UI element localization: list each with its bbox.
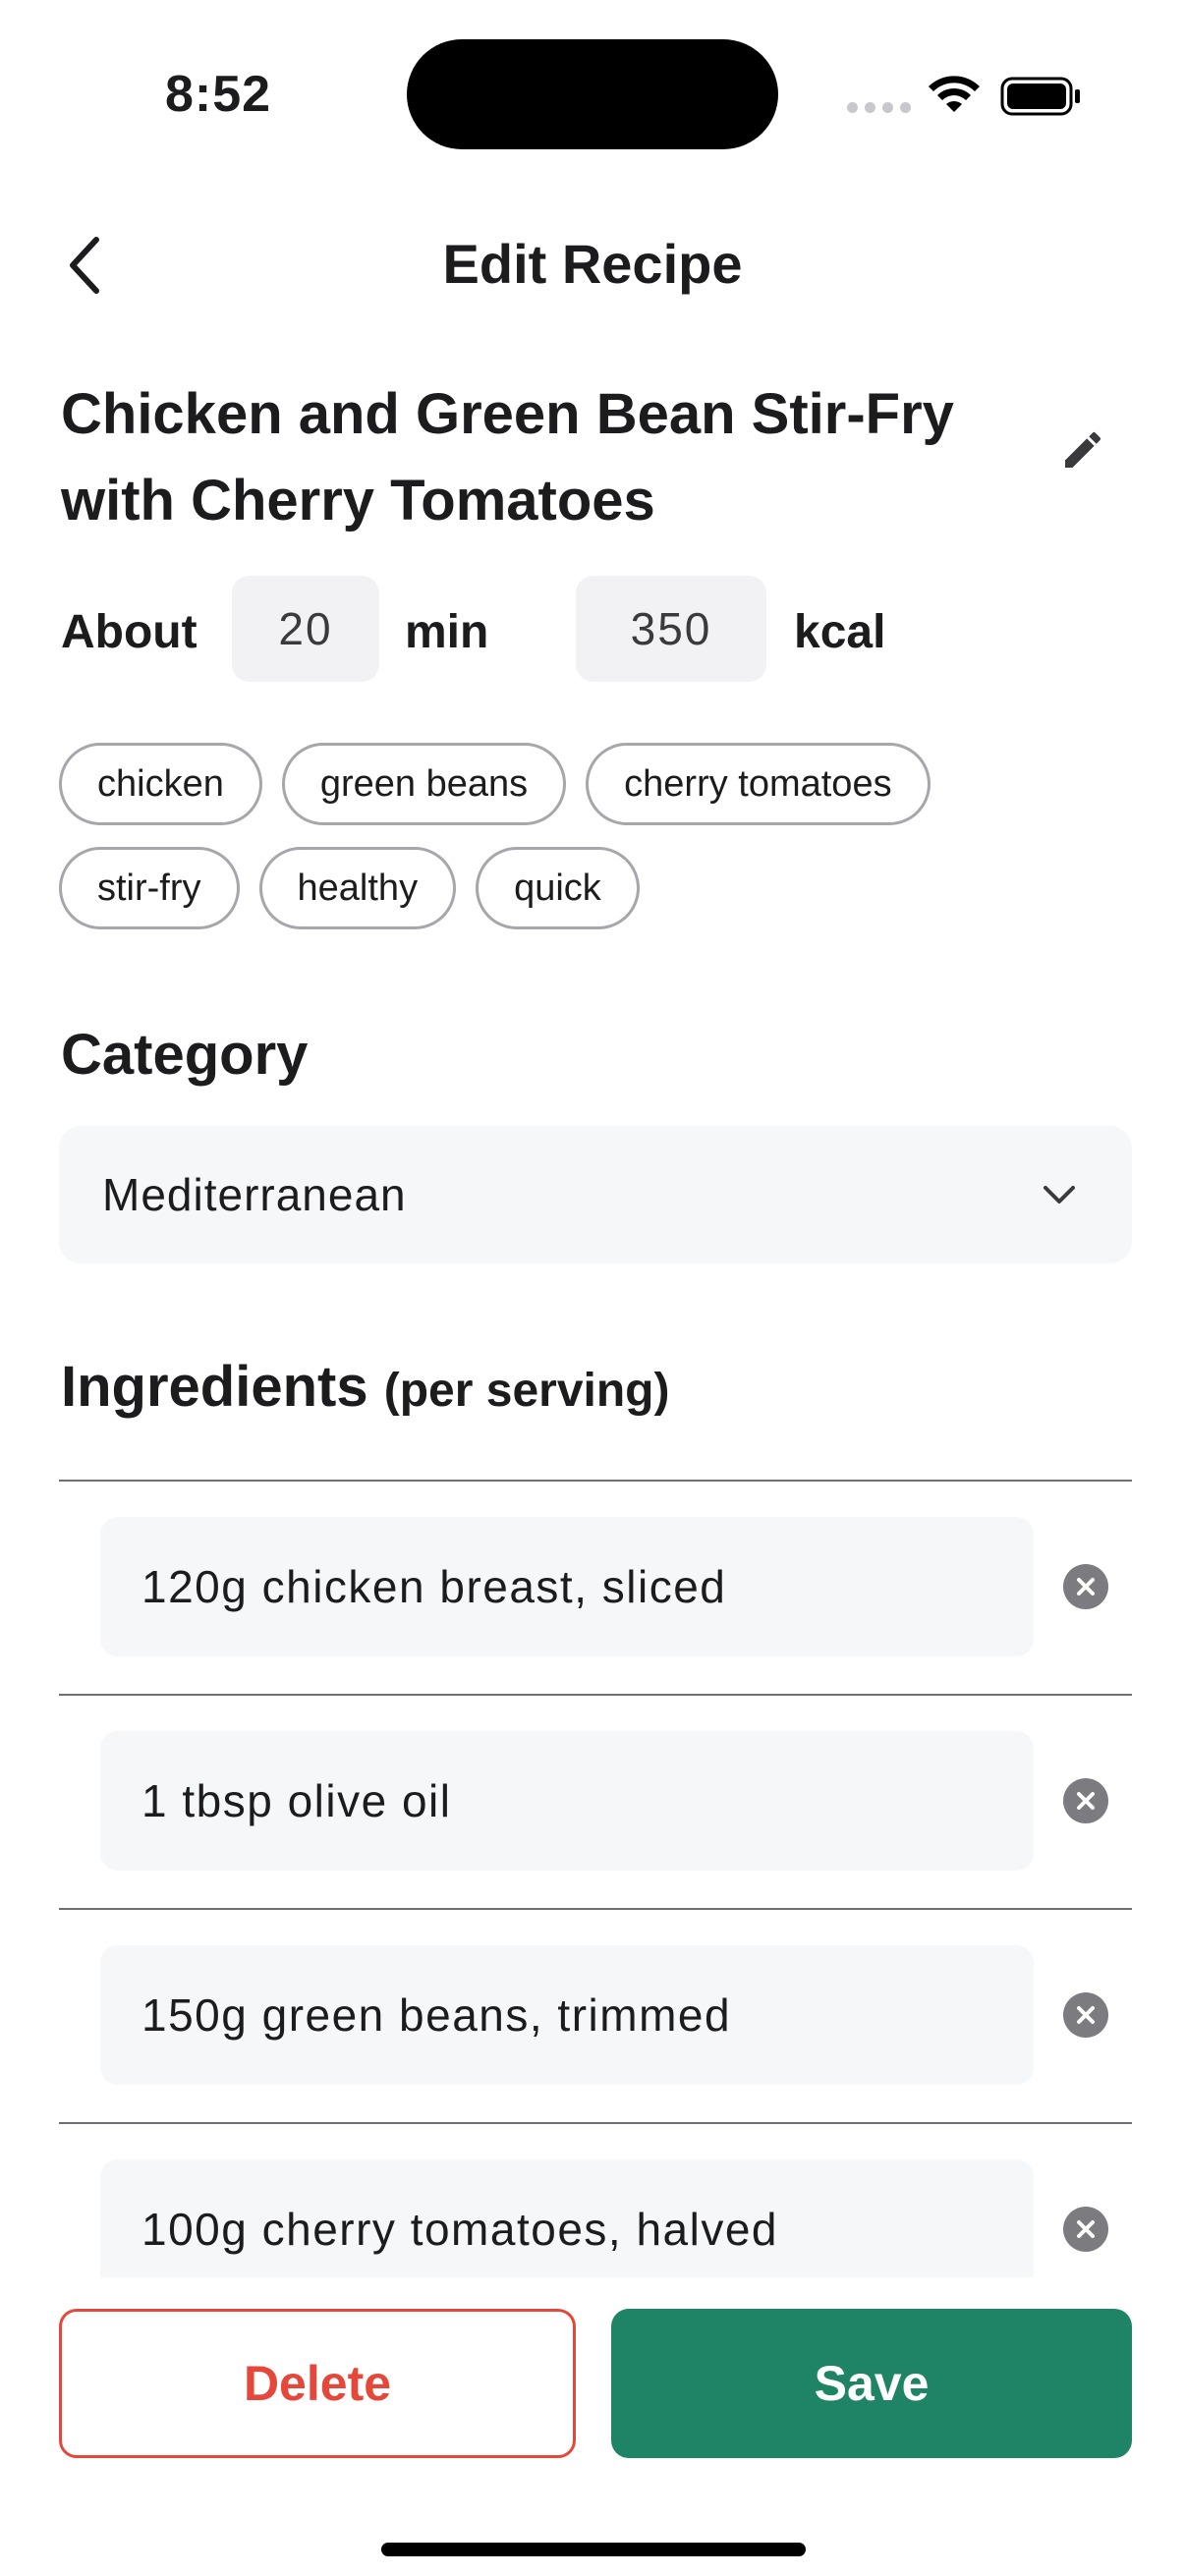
- ingredient-list: 120g chicken breast, sliced 1 tbsp olive…: [59, 1480, 1132, 2336]
- remove-ingredient-button[interactable]: [1063, 1564, 1108, 1609]
- ingredients-heading: Ingredients (per serving): [61, 1354, 669, 1420]
- page-title: Edit Recipe: [442, 233, 743, 295]
- tag-chip[interactable]: stir-fry: [59, 847, 240, 929]
- dynamic-island: [407, 39, 778, 149]
- ingredient-input[interactable]: 120g chicken breast, sliced: [100, 1517, 1034, 1656]
- delete-button[interactable]: Delete: [59, 2309, 576, 2458]
- cellular-signal-icon: [847, 102, 911, 113]
- about-label: About: [61, 606, 198, 658]
- calories-unit-label: kcal: [794, 606, 886, 658]
- close-icon: [1077, 2220, 1095, 2238]
- battery-icon: [1000, 77, 1080, 116]
- chevron-down-icon: [1044, 1186, 1075, 1204]
- minutes-unit-label: min: [405, 606, 489, 658]
- remove-ingredient-button[interactable]: [1063, 1778, 1108, 1823]
- status-bar: 8:52: [0, 0, 1185, 187]
- category-select[interactable]: Mediterranean: [59, 1126, 1132, 1263]
- minutes-input[interactable]: [232, 576, 379, 682]
- ingredient-row: 150g green beans, trimmed: [59, 1908, 1132, 2122]
- tag-chip[interactable]: cherry tomatoes: [586, 743, 931, 825]
- save-button[interactable]: Save: [611, 2309, 1132, 2458]
- recipe-title: Chicken and Green Bean Stir-Fry with Che…: [61, 382, 954, 532]
- home-indicator: [381, 2543, 806, 2556]
- ingredients-subtitle: (per serving): [383, 1365, 670, 1417]
- ingredient-row: 120g chicken breast, sliced: [59, 1480, 1132, 1694]
- pencil-icon: [1065, 431, 1101, 468]
- ingredient-input[interactable]: 150g green beans, trimmed: [100, 1945, 1034, 2085]
- tag-list: chicken green beans cherry tomatoes stir…: [59, 743, 1130, 929]
- tag-chip[interactable]: healthy: [258, 847, 457, 929]
- remove-ingredient-button[interactable]: [1063, 2207, 1108, 2252]
- edit-recipe-screen: 8:52 Edit Recipe Chicken and Green Bean …: [0, 0, 1185, 2576]
- ingredient-input[interactable]: 1 tbsp olive oil: [100, 1731, 1034, 1871]
- tag-chip[interactable]: green beans: [281, 743, 567, 825]
- close-icon: [1077, 1578, 1095, 1596]
- close-icon: [1077, 1792, 1095, 1810]
- close-icon: [1077, 2006, 1095, 2024]
- remove-ingredient-button[interactable]: [1063, 1992, 1108, 2038]
- ingredients-title: Ingredients: [61, 1355, 368, 1419]
- ingredient-row: 1 tbsp olive oil: [59, 1694, 1132, 1908]
- calories-input[interactable]: [576, 576, 766, 682]
- bottom-action-bar: Delete Save: [0, 2277, 1185, 2576]
- wifi-icon: [929, 76, 980, 112]
- edit-title-button[interactable]: [1059, 426, 1106, 474]
- category-selected-value: Mediterranean: [102, 1169, 407, 1220]
- status-time: 8:52: [165, 66, 272, 123]
- tag-chip[interactable]: quick: [476, 847, 640, 929]
- tag-chip[interactable]: chicken: [59, 743, 262, 825]
- category-heading: Category: [61, 1023, 309, 1087]
